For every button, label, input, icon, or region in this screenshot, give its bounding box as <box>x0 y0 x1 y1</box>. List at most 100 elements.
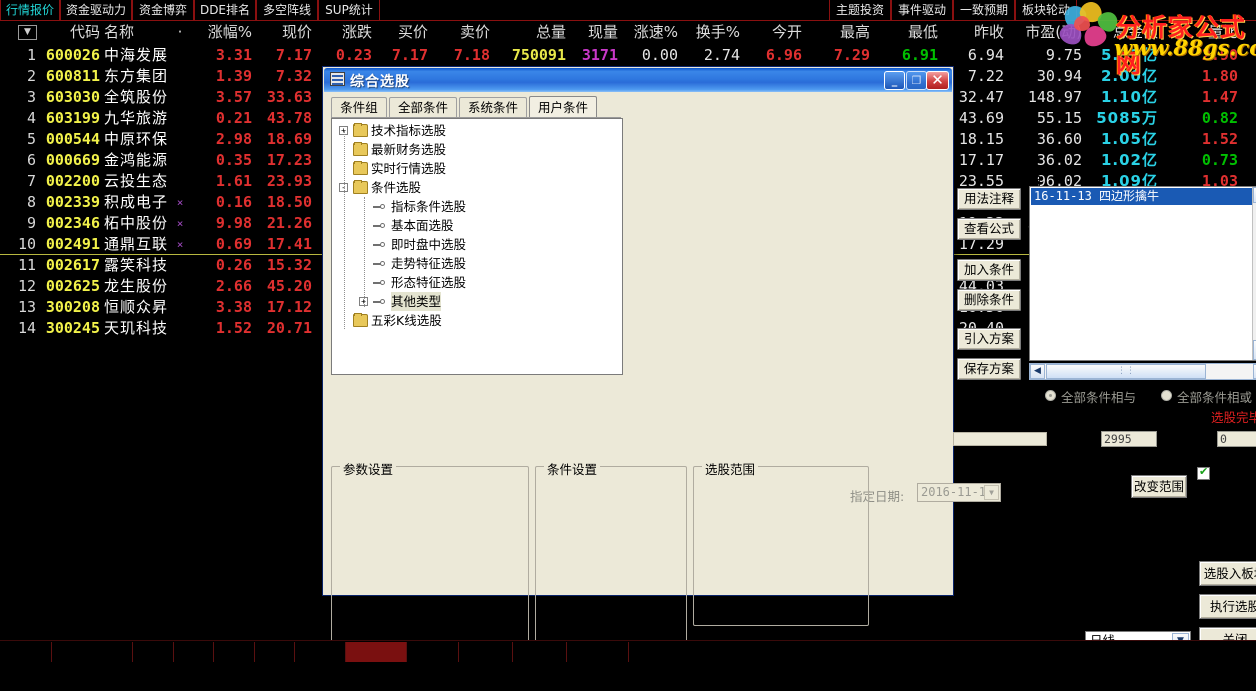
condition-tree[interactable]: + 技术指标选股 最新财务选股 实时行情选股 - 条件选股指标条件选股基本面选股 即时盘中选… <box>331 118 623 375</box>
taskbar-cell[interactable] <box>294 642 346 662</box>
mid-button-1[interactable]: 用法注释 <box>957 188 1021 210</box>
column-header-3[interactable]: · <box>172 21 188 44</box>
mid-button-2[interactable]: 查看公式 <box>957 218 1021 240</box>
selected-count-value: 0 <box>1217 431 1256 447</box>
combined-condition-list[interactable]: 16-11-13 四边形擒牛 ▲ <box>1029 186 1256 361</box>
taskbar-cell[interactable] <box>254 642 295 662</box>
column-header-10[interactable]: 现量 <box>566 21 618 44</box>
taskbar-cell[interactable] <box>213 642 255 662</box>
column-header-15[interactable]: 最低 <box>886 21 938 44</box>
taskbar-cell[interactable] <box>173 642 214 662</box>
tree-node[interactable]: + 其他类型 <box>332 292 622 311</box>
column-header-17[interactable]: 市盈(动) <box>1010 21 1082 44</box>
column-header-14[interactable]: 最高 <box>818 21 870 44</box>
column-header-7[interactable]: 买价 <box>378 21 428 44</box>
column-header-16[interactable]: 昨收 <box>952 21 1004 44</box>
column-header-4[interactable]: 涨幅% <box>190 21 252 44</box>
cell-name: 积成电子 <box>104 193 169 211</box>
cell-high: 7.29 <box>833 46 870 64</box>
action-button-1[interactable]: 选股入板块 <box>1199 561 1256 586</box>
mid-button-3[interactable]: 加入条件 <box>957 259 1021 281</box>
menu-tab-7[interactable]: 主题投资 <box>829 0 891 20</box>
status-message: 选股完毕. <box>1211 410 1256 425</box>
column-header-12[interactable]: 换手% <box>682 21 740 44</box>
column-header-5[interactable]: 现价 <box>256 21 312 44</box>
column-header-11[interactable]: 涨速% <box>620 21 678 44</box>
maximize-icon[interactable]: ❐ <box>906 71 927 90</box>
taskbar-cell[interactable] <box>458 642 513 662</box>
menu-tab-9[interactable]: 一致预期 <box>953 0 1015 20</box>
formula-node-icon <box>373 222 387 230</box>
date-input[interactable]: 2016-11-13 ▼ <box>917 483 1001 502</box>
change-scope-button[interactable]: 改变范围 <box>1131 475 1187 498</box>
menu-tab-10[interactable]: 板块轮动 <box>1015 0 1077 20</box>
list-vertical-scrollbar[interactable]: ▲ <box>1252 187 1256 360</box>
menu-tab-5[interactable]: 多空阵线 <box>256 0 318 20</box>
cell-ratio: 0.82 <box>1201 109 1238 127</box>
action-button-2[interactable]: 执行选股 <box>1199 594 1256 619</box>
mid-button-4[interactable]: 删除条件 <box>957 289 1021 311</box>
taskbar-cell[interactable] <box>345 642 407 662</box>
cell-chg: 3.38 <box>215 298 252 316</box>
table-row[interactable]: 1 600026 中海发展 3.31 7.17 0.23 7.17 7.18 750091 317… <box>0 45 1256 66</box>
column-header-18[interactable]: 总金额 <box>1096 21 1158 44</box>
cell-name: 中原环保 <box>104 130 169 148</box>
menu-tab-3[interactable]: 资金博弈 <box>132 0 194 20</box>
formula-node-icon <box>373 241 387 249</box>
dialog-tab-1[interactable]: 条件组 <box>331 97 387 117</box>
column-header-19[interactable]: 量比 <box>1180 21 1238 44</box>
taskbar <box>0 640 1256 662</box>
folder-icon <box>353 313 368 327</box>
taskbar-cell[interactable] <box>512 642 567 662</box>
column-header-8[interactable]: 卖价 <box>440 21 490 44</box>
menu-tab-6[interactable]: SUP统计 <box>318 0 380 20</box>
menu-tab-2[interactable]: 资金驱动力 <box>60 0 132 20</box>
minimize-icon[interactable]: _ <box>884 71 905 90</box>
taskbar-cell[interactable] <box>51 642 133 662</box>
radio-dot-icon[interactable] <box>1045 390 1056 401</box>
taskbar-cell[interactable] <box>0 642 52 662</box>
tree-node[interactable]: + 技术指标选股 <box>332 121 622 140</box>
taskbar-cell[interactable] <box>566 642 629 662</box>
dialog-title-bar[interactable]: 综合选股 _ ❐ ✕ <box>324 68 952 92</box>
stock-screener-dialog: 综合选股 _ ❐ ✕ 条件组 全部条件 系统条件 用户条件 + 技术指标选股 最新财务选股… <box>322 66 1256 690</box>
tree-node[interactable]: 实时行情选股 <box>332 159 622 178</box>
tree-node[interactable]: 最新财务选股 <box>332 140 622 159</box>
cell-price: 7.17 <box>275 46 312 64</box>
column-header-6[interactable]: 涨跌 <box>322 21 372 44</box>
column-header-1[interactable]: 代码 <box>42 21 100 44</box>
sort-toggle-icon[interactable]: ▼ <box>18 25 37 40</box>
tree-node[interactable]: 五彩K线选股 <box>332 311 622 330</box>
tree-node[interactable]: 即时盘中选股 <box>332 235 622 254</box>
dialog-tab-2[interactable]: 全部条件 <box>389 97 457 117</box>
tree-node[interactable]: 基本面选股 <box>332 216 622 235</box>
cell-amount: 1.05亿 <box>1100 130 1158 148</box>
radio-dot-icon[interactable] <box>1161 390 1172 401</box>
column-header-2[interactable]: 名称 <box>104 21 182 44</box>
tree-node[interactable]: 走势特征选股 <box>332 254 622 273</box>
menu-tab-4[interactable]: DDE排名 <box>194 0 256 20</box>
dialog-tab-3[interactable]: 系统条件 <box>459 97 527 117</box>
chevron-down-icon[interactable]: ▼ <box>984 485 999 500</box>
menu-tab-1[interactable]: 行情报价 <box>0 0 60 20</box>
close-icon[interactable]: ✕ <box>926 71 949 90</box>
scroll-left-icon[interactable]: ◀ <box>1030 364 1045 379</box>
column-header-13[interactable]: 今开 <box>750 21 802 44</box>
folder-icon <box>353 180 368 194</box>
dialog-tab-4[interactable]: 用户条件 <box>529 96 597 117</box>
list-item[interactable]: 16-11-13 四边形擒牛 <box>1031 188 1253 205</box>
taskbar-cell[interactable] <box>406 642 459 662</box>
tree-node[interactable]: - 条件选股 <box>332 178 622 197</box>
tree-node[interactable]: 指标条件选股 <box>332 197 622 216</box>
mid-button-6[interactable]: 保存方案 <box>957 358 1021 380</box>
horizontal-scroll-thumb[interactable]: ⋮⋮ <box>1046 364 1206 379</box>
menu-tab-8[interactable]: 事件驱动 <box>891 0 953 20</box>
tree-node[interactable]: 形态特征选股 <box>332 273 622 292</box>
cell-price: 20.71 <box>266 319 312 337</box>
forward-adjust-checkbox[interactable] <box>1197 465 1210 480</box>
mid-button-5[interactable]: 引入方案 <box>957 328 1021 350</box>
taskbar-cell[interactable] <box>132 642 174 662</box>
list-horizontal-scrollbar[interactable]: ◀ ⋮⋮ ▶ <box>1029 363 1256 380</box>
column-header-9[interactable]: 总量 <box>494 21 566 44</box>
tree-node-label: 指标条件选股 <box>391 199 467 214</box>
